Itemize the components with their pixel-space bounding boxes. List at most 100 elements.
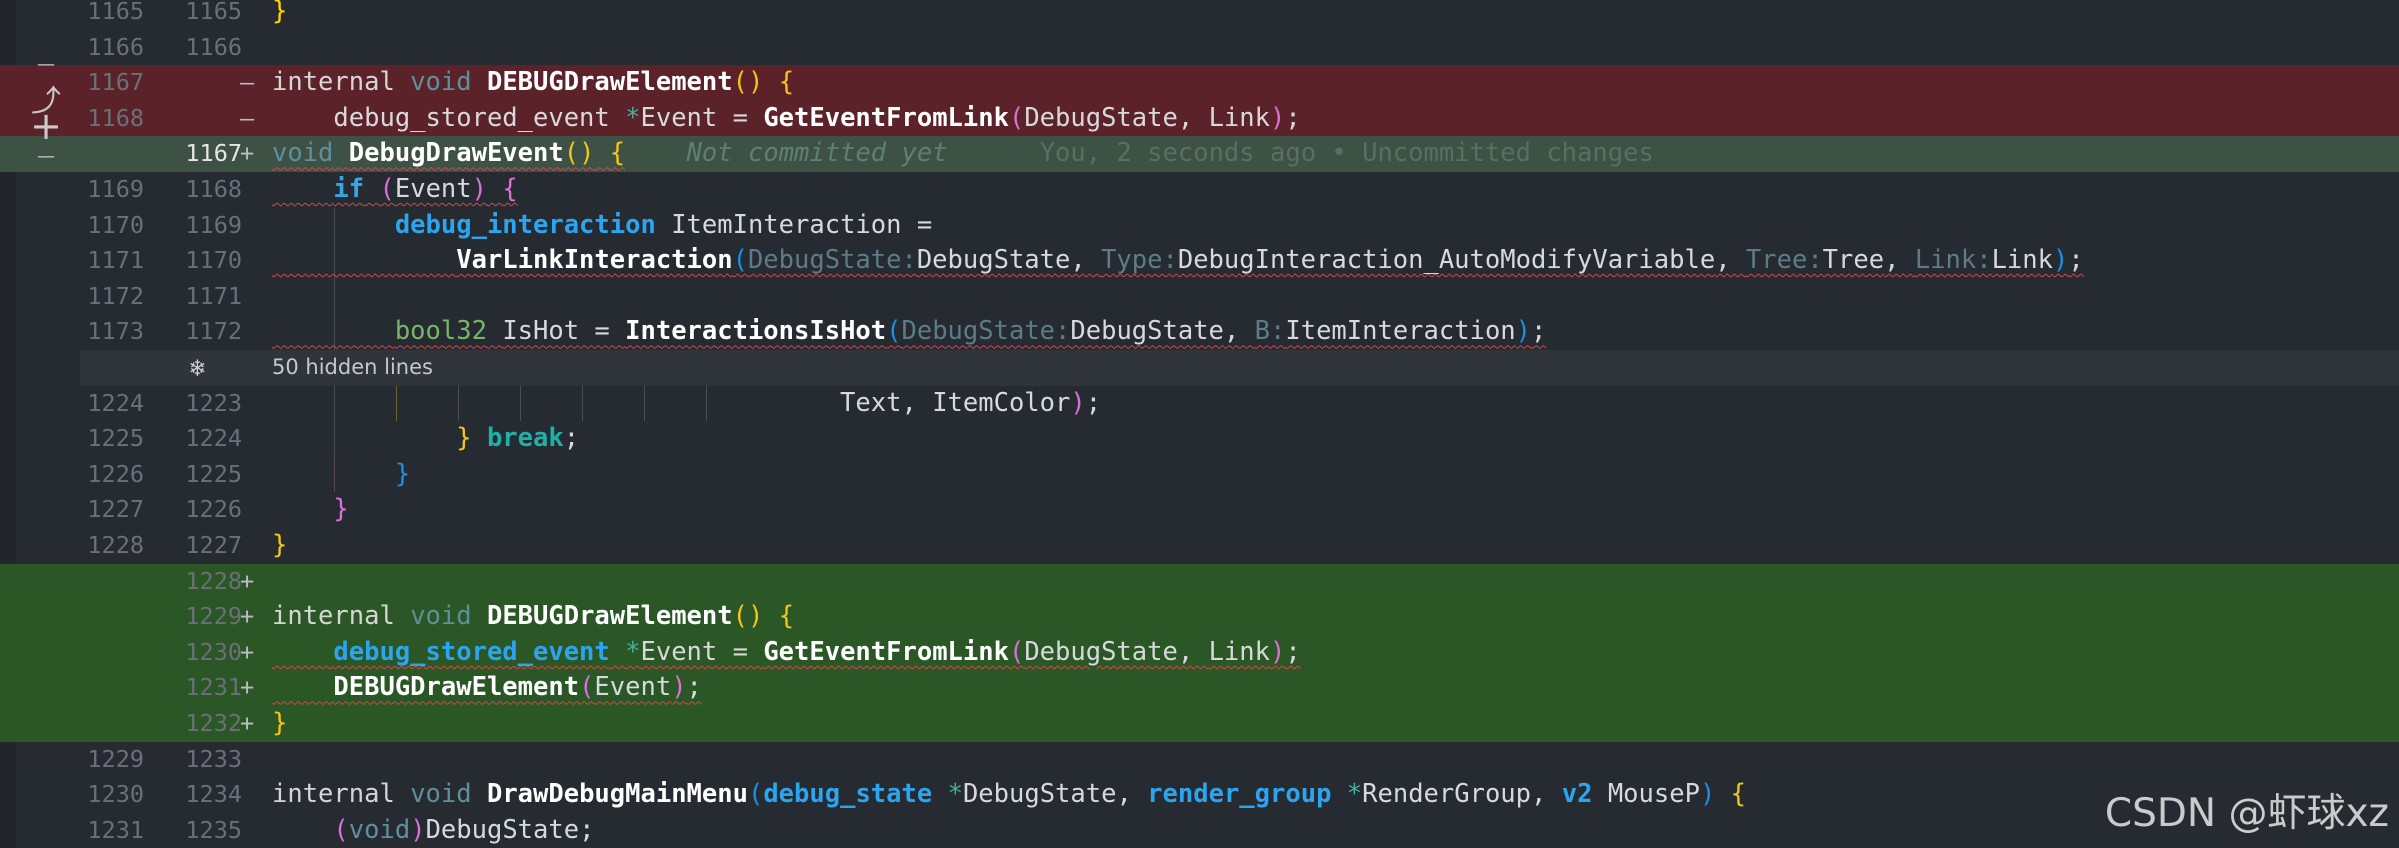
added-line[interactable]: 1232 + }: [0, 706, 2399, 742]
new-line-number: 1167: [185, 139, 242, 168]
old-line-number: 1229: [87, 744, 144, 773]
code-text: internal void DEBUGDrawElement() {: [272, 67, 795, 98]
old-line-number: 1225: [87, 424, 144, 453]
new-line-number: 1165: [185, 0, 242, 25]
code-text: internal void DEBUGDrawElement() {: [272, 601, 795, 632]
new-line-number: 1233: [185, 744, 242, 773]
code-text: }: [272, 0, 288, 26]
new-line-number: 1226: [185, 495, 242, 524]
code-text: } break;: [456, 423, 580, 454]
old-line-number: 1169: [87, 175, 144, 203]
code-text: debug_stored_event *Event = GetEventFrom…: [333, 102, 1301, 133]
code-text: (void)DebugState;: [333, 814, 595, 845]
new-line-number: [150, 65, 242, 101]
code-text: debug_stored_event *Event = GetEventFrom…: [333, 636, 1301, 667]
new-line-number: 1225: [185, 459, 242, 488]
diff-editor[interactable]: 1165 1165 } 1166 1166 1167 — internal vo…: [0, 0, 2399, 848]
old-line-number: [44, 564, 144, 600]
diff-marker: +: [240, 602, 255, 631]
old-line-number: 1224: [87, 388, 144, 417]
old-line-number: [44, 635, 144, 671]
new-line-number: 1231: [185, 673, 242, 702]
new-line-number: [150, 101, 242, 137]
code-line[interactable]: 1230 1234 internal void DrawDebugMainMen…: [0, 777, 2399, 813]
new-line-number: 1228: [185, 566, 242, 595]
new-line-number: 1229: [185, 602, 242, 631]
deleted-line[interactable]: 1168 — debug_stored_event *Event = GetEv…: [0, 100, 2399, 137]
code-line[interactable]: 1170 1169 debug_interaction ItemInteract…: [0, 207, 2399, 244]
old-line-number: [44, 599, 144, 635]
code-line[interactable]: 1169 1168 if (Event) {: [0, 172, 2399, 208]
code-text: Text, ItemColor);: [840, 387, 1102, 418]
new-line-number: 1172: [185, 317, 242, 346]
diff-marker: +: [240, 709, 255, 737]
hidden-lines-label[interactable]: 50 hidden lines: [272, 350, 433, 386]
old-line-number: 1170: [87, 210, 144, 239]
blame-note: Not committed yet: [686, 138, 948, 169]
code-text: }: [272, 708, 288, 738]
snowflake-icon[interactable]: ❄: [190, 350, 205, 386]
diff-marker: —: [240, 103, 255, 132]
diff-marker: +: [240, 566, 255, 595]
code-line[interactable]: 1165 1165 }: [0, 0, 2399, 30]
code-line[interactable]: 1171 1170 VarLinkInteraction(DebugState:…: [0, 243, 2399, 279]
hidden-lines-bar[interactable]: ❄ 50 hidden lines: [80, 350, 2399, 386]
new-line-number: 1166: [185, 32, 242, 61]
added-line[interactable]: 1229 + internal void DEBUGDrawElement() …: [0, 599, 2399, 635]
code-line[interactable]: 1226 1225 }: [0, 456, 2399, 493]
stage-hunk-icon[interactable]: +: [26, 104, 66, 148]
old-line-number: 1171: [87, 246, 144, 275]
old-line-number: 1226: [87, 459, 144, 488]
blame-detail: You, 2 seconds ago • Uncommitted changes: [1039, 138, 1654, 169]
new-line-number: 1230: [185, 637, 242, 666]
new-line-number: 1235: [185, 815, 242, 844]
hunk-top-marker: —: [37, 54, 55, 75]
code-text: if (Event) {: [333, 174, 518, 204]
code-line[interactable]: 1231 1235 (void)DebugState;: [0, 813, 2399, 848]
new-line-number: 1232: [185, 709, 242, 737]
code-line[interactable]: 1227 1226 }: [0, 492, 2399, 528]
code-line[interactable]: 1224 1223 Text, ItemColor);: [0, 385, 2399, 422]
code-line[interactable]: 1173 1172 bool32 IsHot = InteractionsIsH…: [0, 314, 2399, 350]
old-line-number: 1227: [87, 495, 144, 524]
code-line[interactable]: 1166 1166: [0, 30, 2399, 66]
new-line-number: 1227: [185, 531, 242, 559]
code-text: VarLinkInteraction(DebugState:DebugState…: [456, 245, 2084, 276]
new-line-number: 1223: [185, 388, 242, 417]
added-line[interactable]: 1228 +: [0, 563, 2399, 600]
code-line[interactable]: 1225 1224 } break;: [0, 421, 2399, 457]
diff-marker: +: [240, 673, 255, 702]
hunk-bottom-marker: —: [37, 146, 55, 167]
diff-marker: +: [240, 637, 255, 666]
new-line-number: 1224: [185, 424, 242, 453]
new-line-number: 1170: [185, 246, 242, 275]
new-line-number: 1168: [185, 175, 242, 203]
deleted-line[interactable]: 1167 — internal void DEBUGDrawElement() …: [0, 65, 2399, 101]
old-line-number: 1173: [87, 317, 144, 346]
code-text: internal void DrawDebugMainMenu(debug_st…: [272, 779, 1747, 810]
added-line[interactable]: 1231 + DEBUGDrawElement(Event);: [0, 670, 2399, 706]
code-text: }: [272, 530, 288, 560]
code-line[interactable]: 1228 1227 }: [0, 528, 2399, 564]
new-line-number: 1169: [185, 210, 242, 239]
added-line-current[interactable]: 1167 + void DebugDrawEvent() { Not commi…: [0, 136, 2399, 172]
watermark: CSDN @虾球xz: [2104, 791, 2389, 836]
old-line-number: [44, 706, 144, 742]
new-line-number: 1234: [185, 780, 242, 809]
code-line[interactable]: 1172 1171: [0, 278, 2399, 315]
code-text: debug_interaction ItemInteraction =: [394, 209, 933, 240]
old-line-number: 1228: [87, 531, 144, 559]
added-line[interactable]: 1230 + debug_stored_event *Event = GetEv…: [0, 634, 2399, 671]
code-text: }: [333, 494, 349, 525]
code-text: void DebugDrawEvent() { Not committed ye…: [272, 138, 1654, 169]
code-text: bool32 IsHot = InteractionsIsHot(DebugSt…: [394, 316, 1547, 347]
old-line-number: 1172: [87, 281, 144, 310]
diff-marker: +: [240, 139, 255, 168]
code-text: }: [394, 458, 411, 489]
diff-marker: —: [240, 68, 255, 97]
old-line-number: 1231: [87, 815, 144, 844]
old-line-number: 1230: [87, 780, 144, 809]
code-line[interactable]: 1229 1233: [0, 742, 2399, 778]
old-line-number: [44, 670, 144, 706]
code-text: DEBUGDrawElement(Event);: [333, 672, 702, 703]
